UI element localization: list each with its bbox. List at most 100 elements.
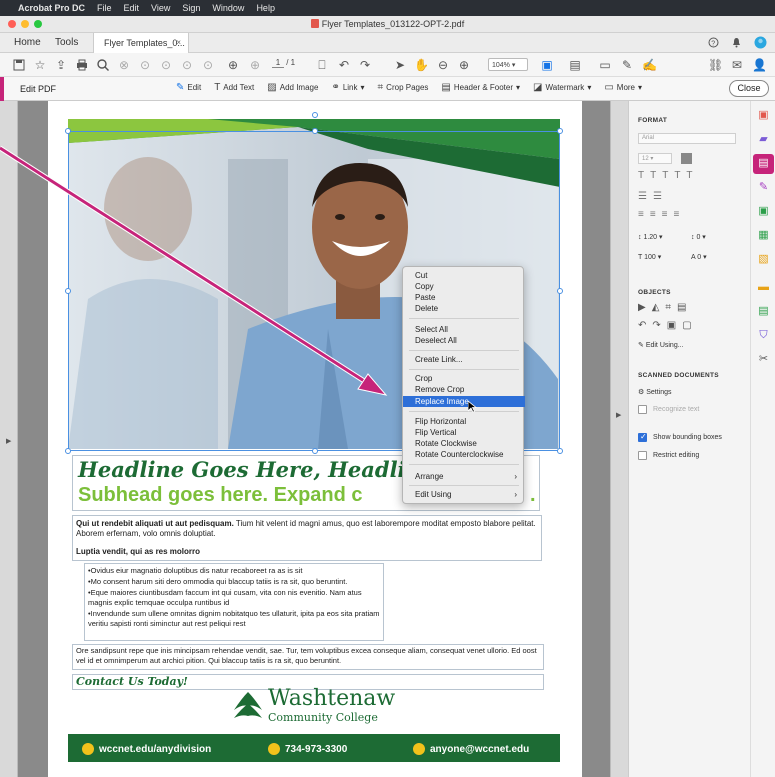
line-spacing-field[interactable]: ↕ 1.20 ▾ [638,233,663,241]
menu-item-flip-horizontal[interactable]: Flip Horizontal [403,416,525,427]
menu-item-edit-using[interactable]: Edit Using › [403,489,525,500]
menu-item-replace-image[interactable]: Replace Image [403,396,525,407]
tab-document[interactable]: Flyer Templates_0... × [93,33,189,53]
menu-window[interactable]: Window [212,3,244,13]
resize-handle-tr[interactable] [557,128,563,134]
zoom-out-icon[interactable]: ⊖ [436,58,450,72]
resize-handle-bl[interactable] [65,448,71,454]
scale-field[interactable]: T 100 ▾ [638,253,661,261]
font-size-select[interactable]: 12 ▾ [638,153,672,164]
watermark-button[interactable]: ◪ Watermark ▾ [533,82,591,93]
show-bounding-boxes-checkbox[interactable] [638,432,647,442]
cursor-icon[interactable]: ➤ [393,58,407,72]
object-rotate-icons[interactable]: ↶↷▣▢ [638,320,698,331]
flyer-footer-bar[interactable]: wccnet.edu/anydivision 734-973-3300 anyo… [68,734,560,762]
rotate-icon[interactable]: ⊙ [180,58,194,72]
recognize-text-checkbox[interactable] [638,405,647,414]
paragraph-2[interactable]: Ore sandipsunt repe que inis mincipsam r… [76,646,542,666]
undo-icon[interactable]: ↶ [337,58,351,72]
add-user-icon[interactable]: 👤 [752,58,767,72]
page-up-icon[interactable]: ⊙ [138,58,152,72]
tab-tools[interactable]: Tools [55,37,78,48]
comment-icon[interactable]: ▭ [598,58,612,72]
menu-item-select-all[interactable]: Select All [403,324,525,335]
menu-item-crop[interactable]: Crop [403,373,525,384]
help-icon[interactable]: ? [708,37,719,48]
avatar[interactable] [754,36,767,49]
resize-handle-br[interactable] [557,448,563,454]
header-footer-button[interactable]: ▤ Header & Footer ▾ [441,82,520,93]
zoom-in-icon[interactable]: ⊕ [457,58,471,72]
menu-item-flip-vertical[interactable]: Flip Vertical [403,427,525,438]
rotate-handle[interactable] [312,112,318,118]
resize-handle-bottom[interactable] [312,448,318,454]
comment-bubble-icon[interactable]: ▬ [757,281,770,294]
more-tools-icon[interactable]: ✂ [757,353,770,366]
menu-item-arrange[interactable]: Arrange › [403,471,525,482]
edit-using-button[interactable]: ✎ Edit Using... [638,341,684,349]
menu-item-copy[interactable]: Copy [403,281,525,292]
section-heading[interactable]: Luptia vendit, qui as res molorro [76,547,200,556]
page-number-input[interactable]: 1 [272,58,284,68]
left-panel-toggle[interactable]: ▶ [0,101,18,777]
protect-icon[interactable]: ⛉ [757,329,770,342]
crop-pages-button[interactable]: ⌗ Crop Pages [378,82,429,93]
menu-item-delete[interactable]: Delete [403,303,525,314]
text-style-icons[interactable]: TTTTT [638,170,699,181]
right-panel-toggle[interactable]: ▶ [610,101,628,777]
menu-file[interactable]: File [97,3,112,13]
first-page-icon[interactable]: ⊙ [201,58,215,72]
next-page-icon[interactable]: ⊕ [248,58,262,72]
menu-sign[interactable]: Sign [182,3,200,13]
more-button[interactable]: ▭ More ▾ [604,82,642,93]
fill-sign-icon[interactable]: ✎ [757,181,770,194]
restrict-editing-checkbox[interactable] [638,451,647,460]
cancel-circle-icon[interactable]: ⊗ [117,58,131,72]
organize-pages-icon[interactable]: ▦ [757,229,770,242]
menu-edit[interactable]: Edit [124,3,140,13]
create-pdf-icon[interactable]: ▣ [757,205,770,218]
font-color-swatch[interactable] [681,153,692,164]
object-arrange-icons[interactable]: ▶◭⌗▤ [638,302,692,313]
print-icon[interactable] [75,58,89,72]
menu-item-cut[interactable]: Cut [403,270,525,281]
tab-home[interactable]: Home [14,37,41,48]
contact-heading[interactable]: Contact Us Today! [76,675,188,688]
print-production-icon[interactable]: ▤ [757,305,770,318]
resize-handle-top[interactable] [312,128,318,134]
menu-help[interactable]: Help [256,3,275,13]
paragraph-spacing-field[interactable]: ↕ 0 ▾ [691,233,706,241]
menu-item-rotate-counterclockwise[interactable]: Rotate Counterclockwise [403,449,525,460]
page-indicator[interactable]: 1 / 1 [272,58,295,68]
menu-item-paste[interactable]: Paste [403,292,525,303]
menu-view[interactable]: View [151,3,170,13]
export-pdf-icon[interactable]: ▣ [757,109,770,122]
comment-tool-icon[interactable]: ▰ [757,133,770,146]
highlight-pen-icon[interactable]: ✎ [620,58,634,72]
link-share-icon[interactable]: ⛓ [708,58,723,72]
resize-handle-right[interactable] [557,288,563,294]
close-edit-button[interactable]: Close [729,80,769,97]
hand-icon[interactable]: ✋ [414,58,429,72]
close-tab-icon[interactable]: × [176,38,181,47]
bell-icon[interactable] [731,37,742,48]
zoom-select[interactable]: 104% ▾ [488,58,528,71]
bookmark-star-icon[interactable]: ☆ [33,58,47,72]
flyer-subhead[interactable]: Subhead goes here. Expand c. [78,484,536,507]
char-spacing-field[interactable]: A 0 ▾ [691,253,707,261]
resize-handle-left[interactable] [65,288,71,294]
font-family-select[interactable]: Arial [638,133,736,144]
menu-item-create-link[interactable]: Create Link... [403,354,525,365]
menu-item-remove-crop[interactable]: Remove Crop [403,384,525,395]
list-style-icons[interactable]: ☰☰ [638,191,668,202]
edit-tool-button[interactable]: ✎ Edit [176,82,201,93]
fit-page-icon[interactable]: ▣ [540,58,554,72]
page-down-icon[interactable]: ⊙ [159,58,173,72]
search-icon[interactable] [96,58,110,72]
edit-pdf-tool-icon[interactable]: ▤ [757,157,770,170]
sign-icon[interactable]: ✍ [642,58,657,72]
add-image-button[interactable]: ▨ Add Image [267,82,318,93]
bullet-list[interactable]: •Ovidus eiur magnatio doluptibus dis nat… [88,566,384,630]
menu-item-deselect-all[interactable]: Deselect All [403,335,525,346]
app-menu[interactable]: Acrobat Pro DC [18,3,85,13]
